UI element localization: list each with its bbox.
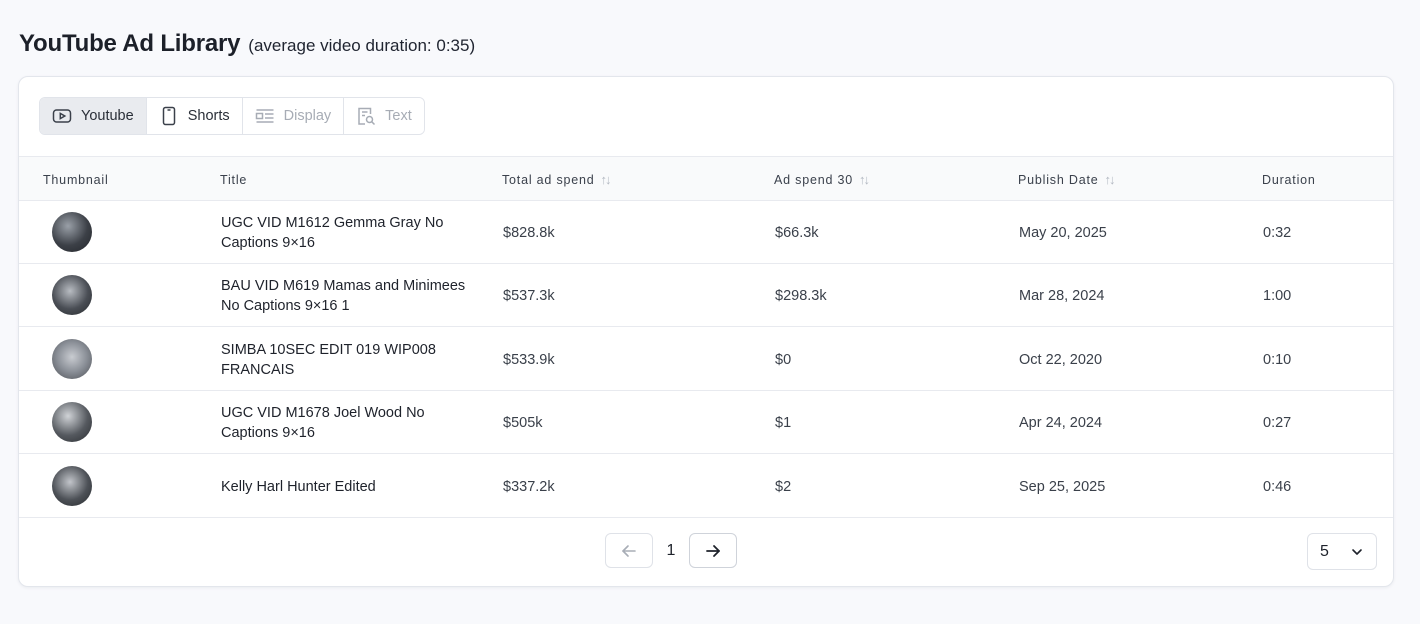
table-header: Thumbnail Title Total ad spend ↑↓ Ad spen… [19, 156, 1393, 201]
row-publish-date: Sep 25, 2025 [1019, 478, 1106, 495]
row-total-spend: $828.8k [503, 224, 555, 241]
text-search-icon [358, 107, 376, 126]
col-label: Publish Date [1018, 172, 1099, 187]
row-total-spend: $533.9k [503, 351, 555, 368]
sort-icon[interactable]: ↑↓ [859, 172, 870, 187]
row-total-spend: $537.3k [503, 287, 555, 304]
row-title: UGC VID M1678 Joel Wood No Captions 9×16 [221, 404, 425, 441]
thumbnail-image [52, 339, 92, 379]
tab-label: Shorts [187, 108, 230, 124]
row-total-spend: $337.2k [503, 478, 555, 495]
table-row[interactable]: BAU VID M619 Mamas and Minimees No Capti… [19, 264, 1393, 327]
row-duration: 1:00 [1263, 287, 1292, 304]
row-spend-30: $0 [775, 351, 792, 368]
phone-icon [162, 106, 175, 126]
col-label: Total ad spend [502, 172, 595, 187]
row-publish-date: Apr 24, 2024 [1019, 414, 1103, 431]
page-header: YouTube Ad Library (average video durati… [19, 30, 475, 58]
row-spend-30: $1 [775, 414, 792, 431]
thumbnail-image [52, 212, 92, 252]
row-title: SIMBA 10SEC EDIT 019 WIP008 FRANCAIS [221, 341, 436, 378]
page-title: YouTube Ad Library [19, 30, 241, 57]
arrow-right-icon [706, 544, 720, 557]
row-title: UGC VID M1612 Gemma Gray No Captions 9×1… [221, 214, 444, 251]
col-total-spend[interactable]: Total ad spend ↑↓ [502, 157, 612, 202]
col-duration: Duration [1262, 157, 1316, 202]
page-size-select[interactable]: 5 [1307, 533, 1377, 570]
col-label: Thumbnail [43, 172, 109, 187]
row-duration: 0:10 [1263, 351, 1292, 368]
tab-label: Text [385, 108, 412, 124]
ad-library-card: Youtube Shorts Display Text Thumbnail Ti… [18, 76, 1394, 587]
thumbnail-image [52, 466, 92, 506]
tab-shorts[interactable]: Shorts [146, 98, 243, 134]
sort-icon[interactable]: ↑↓ [601, 172, 612, 187]
row-title: BAU VID M619 Mamas and Minimees No Capti… [221, 277, 466, 314]
tab-youtube[interactable]: Youtube [40, 98, 147, 134]
table-row[interactable]: UGC VID M1612 Gemma Gray No Captions 9×1… [19, 201, 1393, 264]
col-title: Title [220, 157, 247, 202]
page-size-value: 5 [1320, 542, 1329, 560]
row-duration: 0:46 [1263, 478, 1292, 495]
prev-page-button[interactable] [605, 533, 653, 568]
table-row[interactable]: UGC VID M1678 Joel Wood No Captions 9×16… [19, 391, 1393, 454]
display-icon [255, 109, 274, 123]
col-spend-30[interactable]: Ad spend 30 ↑↓ [774, 157, 870, 202]
row-spend-30: $298.3k [775, 287, 827, 304]
row-total-spend: $505k [503, 414, 543, 431]
col-label: Title [220, 172, 248, 187]
chevron-down-icon [1352, 548, 1362, 555]
row-publish-date: May 20, 2025 [1019, 224, 1107, 241]
table-row[interactable]: SIMBA 10SEC EDIT 019 WIP008 FRANCAIS $53… [19, 328, 1393, 391]
row-duration: 0:27 [1263, 414, 1292, 431]
col-thumbnail: Thumbnail [43, 157, 109, 202]
tab-label: Display [283, 108, 332, 124]
tab-display[interactable]: Display [242, 98, 345, 134]
thumbnail-image [52, 402, 92, 442]
col-label: Duration [1262, 172, 1316, 187]
col-publish-date[interactable]: Publish Date ↑↓ [1018, 157, 1115, 202]
table-row[interactable]: Kelly Harl Hunter Edited $337.2k $2 Sep … [19, 455, 1393, 518]
format-tabs: Youtube Shorts Display Text [39, 97, 425, 135]
row-spend-30: $2 [775, 478, 792, 495]
row-publish-date: Oct 22, 2020 [1019, 351, 1103, 368]
page-subtitle: (average video duration: 0:35) [248, 36, 476, 55]
arrow-left-icon [622, 544, 636, 557]
sort-icon[interactable]: ↑↓ [1104, 172, 1115, 187]
col-label: Ad spend 30 [774, 172, 853, 187]
thumbnail-image [52, 275, 92, 315]
pagination: 1 [605, 533, 737, 568]
next-page-button[interactable] [689, 533, 737, 568]
play-icon [52, 109, 72, 123]
row-publish-date: Mar 28, 2024 [1019, 287, 1105, 304]
row-duration: 0:32 [1263, 224, 1292, 241]
current-page: 1 [666, 541, 676, 559]
row-spend-30: $66.3k [775, 224, 819, 241]
row-title: Kelly Harl Hunter Edited [221, 478, 376, 495]
tab-text[interactable]: Text [344, 98, 424, 134]
tab-label: Youtube [81, 108, 134, 124]
